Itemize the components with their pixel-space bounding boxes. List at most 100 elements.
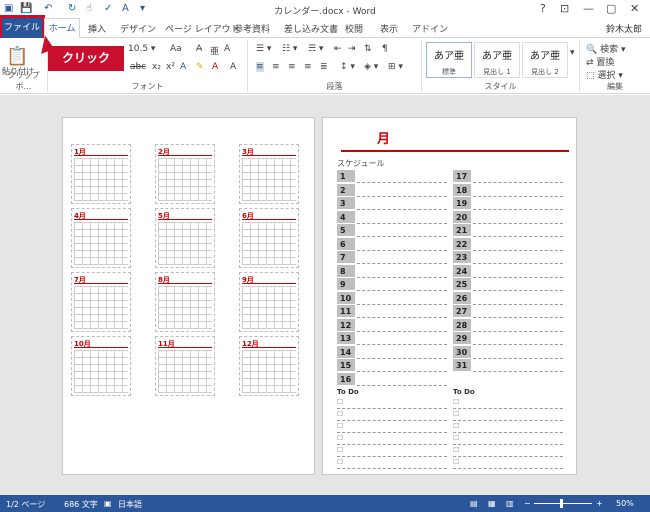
zoom-slider[interactable] xyxy=(534,503,592,504)
schedule-line[interactable] xyxy=(357,211,447,224)
user-name[interactable]: 鈴木太郎 xyxy=(606,22,642,35)
clear-format-icon[interactable]: A̶ xyxy=(196,44,202,54)
numbering-icon[interactable]: ☷ ▾ xyxy=(282,44,297,54)
tab-file[interactable]: ファイル xyxy=(0,15,45,41)
print-layout-icon[interactable]: ▦ xyxy=(488,499,496,508)
subscript-button[interactable]: x₂ xyxy=(152,62,161,72)
todo-item[interactable]: ☐ xyxy=(337,458,447,469)
schedule-line[interactable] xyxy=(357,170,447,183)
shading-icon[interactable]: ◈ ▾ xyxy=(364,62,378,72)
todo-item[interactable]: ☐ xyxy=(337,434,447,445)
schedule-line[interactable] xyxy=(357,305,447,318)
proofing-icon[interactable]: ▣ xyxy=(104,499,112,508)
paste-icon[interactable]: 📋 xyxy=(6,46,28,67)
zoom-in-icon[interactable]: + xyxy=(596,499,603,508)
close-icon[interactable]: ✕ xyxy=(630,2,639,15)
align-right-icon[interactable]: ≡ xyxy=(288,62,296,72)
font-size-input[interactable]: 10.5 ▾ xyxy=(128,44,155,54)
replace-button[interactable]: ⇄ 置換 xyxy=(586,55,614,68)
align-center-icon[interactable]: ≡ xyxy=(272,62,280,72)
select-button[interactable]: ⬚ 選択 ▾ xyxy=(586,68,623,81)
schedule-line[interactable] xyxy=(357,224,447,237)
schedule-line[interactable] xyxy=(473,251,563,264)
maximize-icon[interactable]: ▢ xyxy=(606,2,616,15)
tab-mailings[interactable]: 差し込み文書 xyxy=(284,22,338,35)
outdent-icon[interactable]: ⇤ xyxy=(334,44,342,54)
todo-item[interactable]: ☐ xyxy=(337,422,447,433)
todo-item[interactable]: ☐ xyxy=(453,398,563,409)
font-color-icon[interactable]: A xyxy=(212,62,218,72)
schedule-line[interactable] xyxy=(473,211,563,224)
tab-addins[interactable]: アドイン xyxy=(412,22,448,35)
todo-item[interactable]: ☐ xyxy=(453,434,563,445)
strikethrough-button[interactable]: abc xyxy=(130,62,146,72)
schedule-line[interactable] xyxy=(473,292,563,305)
schedule-line[interactable] xyxy=(357,238,447,251)
tab-references[interactable]: 参考資料 xyxy=(234,22,270,35)
schedule-line[interactable] xyxy=(473,197,563,210)
schedule-line[interactable] xyxy=(357,197,447,210)
read-mode-icon[interactable]: ▤ xyxy=(470,499,478,508)
superscript-button[interactable]: x² xyxy=(166,62,175,72)
tab-design[interactable]: デザイン xyxy=(120,22,156,35)
borders-icon[interactable]: ⊞ ▾ xyxy=(388,62,403,72)
schedule-line[interactable] xyxy=(473,359,563,372)
schedule-line[interactable] xyxy=(473,332,563,345)
tab-insert[interactable]: 挿入 xyxy=(88,22,106,35)
change-case-button[interactable]: Aa xyxy=(170,44,182,54)
zoom-level[interactable]: 50% xyxy=(616,499,634,508)
todo-item[interactable]: ☐ xyxy=(337,398,447,409)
tab-view[interactable]: 表示 xyxy=(380,22,398,35)
tab-page-layout[interactable]: ページ レイアウト xyxy=(165,22,240,35)
style-heading2[interactable]: あア亜 見出し 2 xyxy=(522,42,568,78)
text-effect-icon[interactable]: A xyxy=(180,62,186,72)
schedule-line[interactable] xyxy=(357,346,447,359)
language[interactable]: 日本語 xyxy=(118,499,142,510)
sort-icon[interactable]: ⇅ xyxy=(364,44,372,54)
schedule-line[interactable] xyxy=(473,278,563,291)
minimize-icon[interactable]: — xyxy=(583,2,594,15)
schedule-line[interactable] xyxy=(357,292,447,305)
word-count[interactable]: 686 文字 xyxy=(64,499,98,510)
schedule-line[interactable] xyxy=(473,170,563,183)
schedule-line[interactable] xyxy=(357,373,447,386)
find-button[interactable]: 🔍 検索 ▾ xyxy=(586,42,625,55)
page-count[interactable]: 1/2 ページ xyxy=(6,499,45,510)
schedule-line[interactable] xyxy=(473,265,563,278)
todo-item[interactable]: ☐ xyxy=(453,458,563,469)
todo-item[interactable]: ☐ xyxy=(453,410,563,421)
highlight-icon[interactable]: ✎ xyxy=(196,62,204,72)
schedule-line[interactable] xyxy=(473,319,563,332)
schedule-line[interactable] xyxy=(357,359,447,372)
phonetic-icon[interactable]: 亜 xyxy=(210,44,219,57)
ribbon-display-icon[interactable]: ⊡ xyxy=(560,2,569,15)
zoom-thumb[interactable] xyxy=(560,499,563,508)
distribute-icon[interactable]: ≣ xyxy=(320,62,328,72)
line-spacing-icon[interactable]: ↕ ▾ xyxy=(340,62,355,72)
todo-item[interactable]: ☐ xyxy=(337,446,447,457)
web-layout-icon[interactable]: ▥ xyxy=(506,499,514,508)
bullets-icon[interactable]: ☰ ▾ xyxy=(256,44,271,54)
style-normal[interactable]: あア亜 標準 xyxy=(426,42,472,78)
styles-more-icon[interactable]: ▾ xyxy=(570,48,575,58)
todo-item[interactable]: ☐ xyxy=(453,446,563,457)
schedule-line[interactable] xyxy=(357,184,447,197)
tab-review[interactable]: 校閲 xyxy=(345,22,363,35)
char-shading-icon[interactable]: A xyxy=(230,62,236,72)
schedule-line[interactable] xyxy=(473,305,563,318)
schedule-line[interactable] xyxy=(473,238,563,251)
border-char-icon[interactable]: A xyxy=(224,44,230,54)
show-marks-icon[interactable]: ¶ xyxy=(382,44,388,54)
schedule-line[interactable] xyxy=(473,224,563,237)
help-icon[interactable]: ? xyxy=(540,2,546,15)
indent-icon[interactable]: ⇥ xyxy=(348,44,356,54)
todo-item[interactable]: ☐ xyxy=(337,410,447,421)
schedule-line[interactable] xyxy=(357,278,447,291)
multilevel-icon[interactable]: ☴ ▾ xyxy=(308,44,323,54)
schedule-line[interactable] xyxy=(473,346,563,359)
schedule-line[interactable] xyxy=(357,251,447,264)
schedule-line[interactable] xyxy=(357,319,447,332)
align-left-icon[interactable]: ≡ xyxy=(256,62,264,72)
style-heading1[interactable]: あア亜 見出し 1 xyxy=(474,42,520,78)
schedule-line[interactable] xyxy=(357,265,447,278)
